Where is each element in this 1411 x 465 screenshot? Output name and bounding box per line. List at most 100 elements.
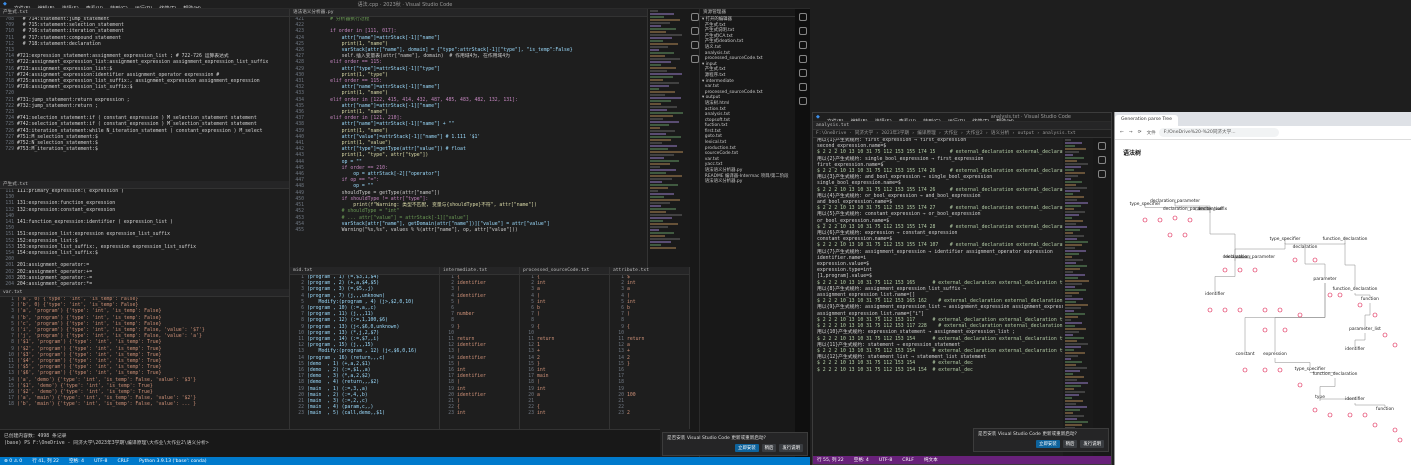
tree-node-label[interactable]: declaration_parameter_suffix [1163,206,1228,212]
tree-node-label[interactable]: identifier [1345,396,1365,402]
status-item[interactable]: 纯文本 [924,457,938,463]
tree-leaf-node[interactable] [1362,412,1368,418]
tree-leaf-node[interactable] [1392,427,1398,433]
tree-leaf-node[interactable] [1172,215,1178,221]
address-bar[interactable]: 文件 F:/OneDrive%20-%20同济大学... [1147,128,1279,137]
tree-node-label[interactable]: function_declaration [1323,236,1368,242]
tree-leaf-node[interactable] [1297,382,1303,388]
terminal-panel[interactable]: 已创建内容数：4998 条记录 (base) PS F:\OneDrive - 同… [0,429,660,457]
gear-icon[interactable] [798,27,807,35]
menu-item[interactable]: 选择(S) [875,119,892,122]
tree-node-label[interactable]: parameter_list [1349,326,1381,332]
browser-tab[interactable]: Generation parse Tree [1115,115,1178,126]
tree-leaf-node[interactable] [1312,407,1318,413]
tree-leaf-node[interactable] [1337,292,1343,298]
tree-leaf-node[interactable] [1277,307,1283,313]
tree-leaf-node[interactable] [1142,217,1148,223]
back-icon[interactable]: ← [1120,130,1124,135]
account-icon[interactable] [1098,142,1106,150]
tree-leaf-node[interactable] [1262,327,1268,333]
tree-leaf-node[interactable] [1167,232,1173,238]
tree-leaf-node[interactable] [1237,307,1243,313]
menu-item[interactable]: 编辑(E) [851,119,868,122]
parse-tree-canvas[interactable]: declaration type_specifier declaration_par… [1115,140,1411,465]
tab-editor-file[interactable]: 语法语义分析器.py [290,9,647,17]
forward-icon[interactable]: → [1129,130,1133,135]
search-icon[interactable] [1098,156,1106,164]
tree-leaf-node[interactable] [1397,437,1403,443]
tree-leaf-node[interactable] [1237,267,1243,273]
tree-leaf-node[interactable] [1262,307,1268,313]
notification-button[interactable]: 稍后 [1062,440,1078,448]
status-item[interactable]: UTF-8 [94,459,107,464]
notification-button[interactable]: 立即安装 [735,444,759,452]
editor-minimap[interactable] [648,9,690,267]
tree-leaf-node[interactable] [1327,292,1333,298]
tree-node-label[interactable]: parameter [1313,276,1336,282]
menu-item[interactable]: 终端(T) [972,119,989,122]
tree-node-label[interactable]: function_declaration [1333,286,1378,292]
tree-leaf-node[interactable] [1327,412,1333,418]
menu-item[interactable]: 运行(R) [948,119,965,122]
tree-leaf-node[interactable] [1312,257,1318,263]
search-icon[interactable] [690,27,699,35]
tab-bottom-pane[interactable]: attribute.txt [610,267,689,275]
tree-node-label[interactable]: type_specifier [1270,236,1301,242]
tree-leaf-node[interactable] [1372,312,1378,318]
tree-leaf-node[interactable] [1282,327,1288,333]
tab-analysis[interactable]: analysis.txt [813,122,1111,130]
menu-item[interactable]: 转到(G) [923,119,941,122]
extensions-icon[interactable] [798,83,807,91]
tree-leaf-node[interactable] [1357,302,1363,308]
menu-item[interactable]: 查看(V) [899,119,916,122]
tree-node-label[interactable]: identifier [1345,346,1365,352]
notification-button[interactable]: 发行说明 [779,444,803,452]
status-item[interactable]: ⊗ 0 ⚠ 0 [4,459,22,464]
tree-node-label[interactable]: declaration_parameter [1225,254,1275,260]
status-item[interactable]: 行 41, 列 22 [32,458,59,464]
tree-leaf-node[interactable] [1297,312,1303,318]
tree-leaf-node[interactable] [1222,267,1228,273]
breadcrumb[interactable]: F:\OneDrive · 同济大学 › 2023年3学期 › 编译原理 › 大… [813,130,1111,138]
tree-leaf-node[interactable] [1222,307,1228,313]
source-control-icon[interactable] [690,41,699,49]
tree-leaf-node[interactable] [1347,412,1353,418]
status-item[interactable]: 空格: 4 [854,457,869,463]
tree-node-label[interactable]: declaration [1293,244,1318,250]
notification-button[interactable]: 发行说明 [1080,440,1104,448]
account-icon[interactable] [798,13,807,21]
menu-item[interactable]: 文件(F) [827,119,844,122]
tree-leaf-node[interactable] [1242,367,1248,373]
tree-leaf-node[interactable] [1382,332,1388,338]
status-item[interactable]: 空格: 4 [69,458,84,464]
tree-leaf-node[interactable] [1187,217,1193,223]
tree-leaf-node[interactable] [1157,217,1163,223]
explorer-item[interactable]: 语法语义分析器.py [702,179,795,185]
debug-icon[interactable] [798,69,807,77]
tree-node-label[interactable]: function [1376,406,1394,412]
tree-leaf-node[interactable] [1277,367,1283,373]
tab-productions-top[interactable]: 产生式.txt [0,9,289,17]
tab-bottom-pane[interactable]: intermediate.txt [440,267,519,275]
tree-node-label[interactable]: declaration_parameter [1150,198,1200,204]
settings-icon[interactable] [798,97,807,105]
tree-leaf-node[interactable] [1182,232,1188,238]
status-item[interactable]: CRLF [902,458,914,463]
tree-node-label[interactable]: function_declaration [1313,371,1358,377]
search-icon[interactable] [798,41,807,49]
tree-leaf-node[interactable] [1262,367,1268,373]
tree-leaf-node[interactable] [1392,342,1398,348]
status-item[interactable]: Python 3.9.13 ('base': conda) [139,459,207,464]
tree-node-label[interactable]: identifier [1205,291,1225,297]
copy-icon[interactable] [798,55,807,63]
tree-leaf-node[interactable] [1372,422,1378,428]
tab-var[interactable]: var.txt [0,289,289,297]
analysis-minimap[interactable] [1063,138,1093,456]
status-item[interactable]: UTF-8 [879,458,892,463]
analysis-lines[interactable]: 用以{1}产生式规约: first_expression → first_exp… [813,138,1063,456]
tree-node-label[interactable]: function [1361,296,1379,302]
tree-leaf-node[interactable] [1252,267,1258,273]
tree-node-label[interactable]: constant [1235,351,1254,357]
tab-productions-bottom[interactable]: 产生式.txt [0,181,289,189]
notification-button[interactable]: 稍后 [761,444,777,452]
